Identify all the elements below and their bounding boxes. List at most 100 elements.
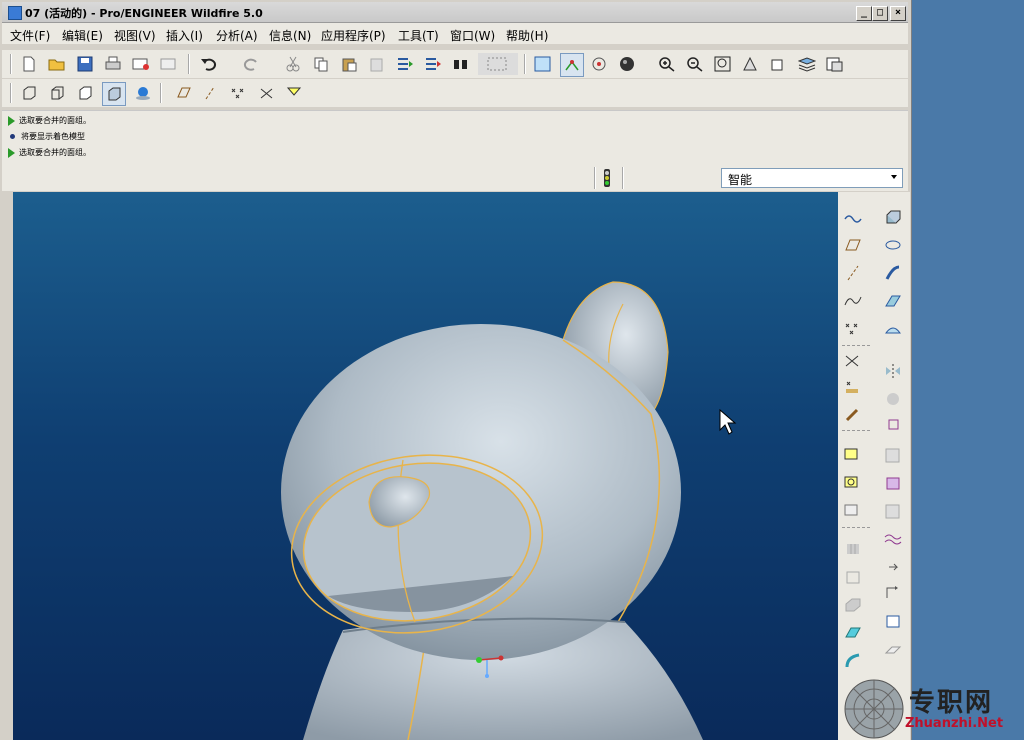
hidden-line-icon[interactable] (46, 82, 68, 104)
no-hidden-icon[interactable] (74, 82, 96, 104)
refit-icon[interactable] (712, 53, 734, 75)
datum-axes-icon[interactable] (200, 82, 222, 104)
datum-points-icon[interactable] (228, 82, 250, 104)
blend-icon[interactable] (882, 290, 904, 312)
extrude-icon[interactable] (882, 206, 904, 228)
new-file-icon[interactable] (18, 53, 40, 75)
merge-icon[interactable] (882, 414, 904, 436)
display-style-icon[interactable] (616, 53, 638, 75)
open-folder-icon[interactable] (46, 53, 68, 75)
dot-icon (10, 134, 15, 139)
revolve-icon[interactable] (882, 234, 904, 256)
sketch-icon[interactable] (842, 206, 864, 228)
spin-center-icon[interactable] (560, 53, 584, 77)
orient-mode-icon[interactable] (588, 53, 610, 75)
selection-filter-value: 智能 (728, 173, 753, 187)
chevron-down-icon (891, 175, 897, 179)
teddy-bear-model (281, 281, 737, 740)
save-icon[interactable] (74, 53, 96, 75)
regen-manager-icon[interactable] (422, 53, 444, 75)
window-title: 07 (活动的) - Pro/ENGINEER Wildfire 5.0 (25, 7, 263, 20)
reorient-icon[interactable] (740, 53, 762, 75)
zoom-out-icon[interactable] (684, 53, 706, 75)
csys-icon[interactable] (842, 350, 864, 372)
draft-icon[interactable] (882, 582, 904, 604)
app-icon (8, 6, 22, 20)
chamfer-icon[interactable] (882, 610, 904, 632)
axis-icon[interactable] (842, 262, 864, 284)
email-link-icon[interactable] (158, 53, 180, 75)
regenerate-icon[interactable] (394, 53, 416, 75)
pattern-icon[interactable] (882, 444, 904, 466)
menu-file[interactable]: 文件(F) (10, 27, 50, 44)
offset-csys-icon[interactable] (842, 376, 864, 398)
enhanced-realism-icon[interactable] (132, 82, 154, 104)
boundary-blend-icon[interactable] (882, 318, 904, 340)
ribbon-surface-icon[interactable] (842, 622, 864, 644)
solidify-icon[interactable] (882, 500, 904, 522)
mouse-cursor-icon (719, 408, 737, 435)
wrap-icon[interactable] (882, 528, 904, 550)
email-icon[interactable] (130, 53, 152, 75)
repaint-icon[interactable] (532, 53, 554, 75)
curve-icon[interactable] (842, 290, 864, 312)
close-button[interactable]: × (890, 6, 906, 21)
watermark-logo: 专职网 Zhuanzhi.Net (843, 678, 1023, 740)
thicken-icon[interactable] (882, 472, 904, 494)
selection-box-icon[interactable] (478, 53, 518, 75)
spinal-bend-icon[interactable] (842, 650, 864, 672)
redo-icon[interactable] (240, 53, 262, 75)
mirror-icon[interactable] (882, 360, 904, 382)
menu-applications[interactable]: 应用程序(P) (321, 27, 386, 44)
copy-icon[interactable] (310, 53, 332, 75)
flatten-icon[interactable] (882, 638, 904, 660)
coordinate-systems-icon[interactable] (256, 82, 278, 104)
menu-window[interactable]: 窗口(W) (450, 27, 495, 44)
hole-icon[interactable] (842, 538, 864, 560)
menu-insert[interactable]: 插入(I) (166, 27, 203, 44)
feature-toolbar (838, 192, 910, 740)
menu-help[interactable]: 帮助(H) (506, 27, 548, 44)
chain-icon[interactable] (842, 404, 864, 426)
green-arrow-icon (8, 147, 15, 158)
annotation-feature-icon[interactable] (842, 444, 864, 466)
feature-op-icon[interactable] (842, 500, 864, 522)
analysis-feature-icon[interactable] (842, 472, 864, 494)
menu-edit[interactable]: 编辑(E) (62, 27, 103, 44)
graphics-viewport[interactable] (13, 192, 838, 740)
watermark-cn-text: 专职网 (909, 688, 994, 718)
undo-icon[interactable] (198, 53, 220, 75)
paste-icon[interactable] (338, 53, 360, 75)
annotation-icon[interactable] (284, 82, 306, 104)
datum-planes-icon[interactable] (172, 82, 194, 104)
sweep-icon[interactable] (882, 262, 904, 284)
paste-special-icon[interactable] (366, 53, 388, 75)
saved-views-icon[interactable] (768, 53, 790, 75)
globe-logo-icon (844, 679, 904, 739)
cut-icon[interactable] (282, 53, 304, 75)
print-icon[interactable] (102, 53, 124, 75)
wireframe-icon[interactable] (18, 82, 40, 104)
green-arrow-icon (8, 115, 15, 126)
trim-icon[interactable] (882, 388, 904, 410)
shell-icon[interactable] (882, 556, 904, 578)
find-icon[interactable] (450, 53, 472, 75)
menu-tools[interactable]: 工具(T) (398, 27, 439, 44)
minimize-button[interactable]: _ (856, 6, 872, 21)
shading-icon[interactable] (102, 82, 126, 106)
rib-icon[interactable] (842, 566, 864, 588)
regen-status-icon[interactable] (602, 168, 612, 192)
menu-view[interactable]: 视图(V) (114, 27, 156, 44)
maximize-button[interactable]: □ (872, 6, 888, 21)
layers-icon[interactable] (796, 53, 818, 75)
point-icon[interactable] (842, 318, 864, 340)
watermark-en-text: Zhuanzhi.Net (905, 716, 1004, 731)
menu-analysis[interactable]: 分析(A) (216, 27, 258, 44)
selection-filter[interactable]: 智能 (721, 168, 903, 188)
plane-icon[interactable] (842, 234, 864, 256)
menu-info[interactable]: 信息(N) (269, 27, 311, 44)
zoom-in-icon[interactable] (656, 53, 678, 75)
view-manager-icon[interactable] (824, 53, 846, 75)
round-icon[interactable] (842, 594, 864, 616)
navigator-sash[interactable] (2, 192, 12, 740)
